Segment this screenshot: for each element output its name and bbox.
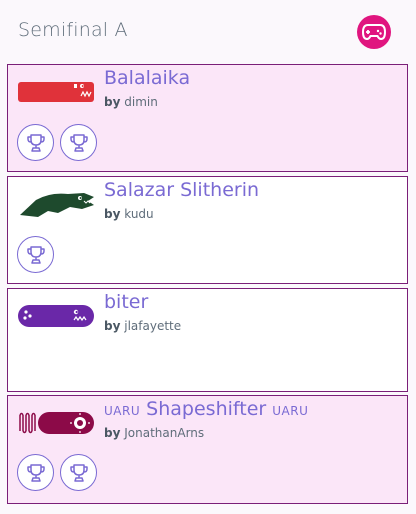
snake-avatar — [18, 82, 94, 102]
snake-name: Balalaika — [104, 67, 191, 89]
snake-avatar — [18, 305, 94, 327]
entry-card[interactable]: Salazar Slitherin by kudu — [7, 176, 408, 284]
entry-card[interactable]: Balalaika by dimin — [7, 64, 408, 172]
snake-author: by kudu — [104, 207, 154, 221]
snake-avatar — [19, 412, 94, 434]
trophy-list — [17, 236, 54, 273]
snake-name: UARU Shapeshifter UARU — [104, 398, 308, 420]
gamepad-button[interactable] — [357, 15, 391, 49]
name-suffix: UARU — [272, 404, 309, 418]
trophy-icon — [17, 124, 54, 161]
header: Semifinal A — [0, 0, 416, 62]
trophy-list — [17, 124, 97, 161]
trophy-icon — [60, 124, 97, 161]
trophy-icon — [17, 454, 54, 491]
snake-name: biter — [104, 291, 149, 313]
entry-card[interactable]: biter by jlafayette — [7, 288, 408, 392]
snake-avatar — [20, 193, 94, 217]
snake-author: by jlafayette — [104, 319, 182, 333]
trophy-list — [17, 454, 97, 491]
snake-name-text: Shapeshifter — [146, 398, 267, 420]
gamepad-icon — [362, 24, 386, 40]
snake-name: Salazar Slitherin — [104, 179, 260, 201]
page-title: Semifinal A — [18, 19, 128, 41]
trophy-icon — [17, 236, 54, 273]
snake-author: by JonathanArns — [104, 426, 205, 440]
trophy-icon — [60, 454, 97, 491]
name-prefix: UARU — [104, 404, 141, 418]
snake-author: by dimin — [104, 95, 158, 109]
entry-card[interactable]: UARU Shapeshifter UARU by JonathanArns — [7, 395, 408, 504]
